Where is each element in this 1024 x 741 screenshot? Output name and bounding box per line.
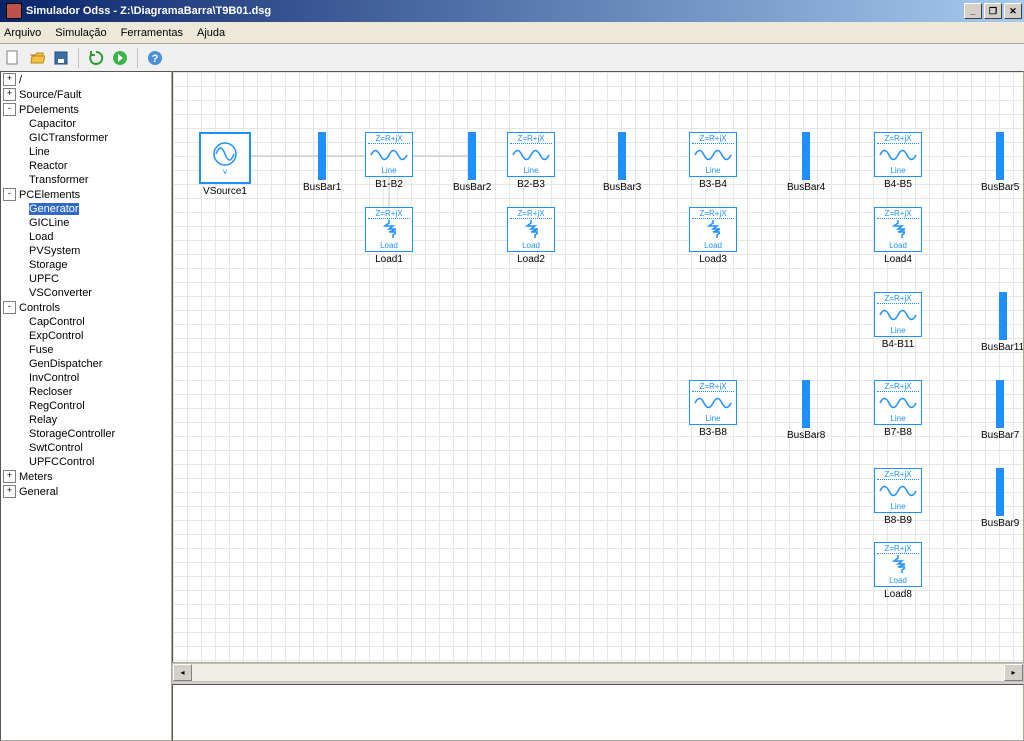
app-icon [6, 3, 22, 19]
tree-recloser[interactable]: Recloser [29, 386, 72, 398]
open-icon[interactable] [28, 49, 46, 67]
tree-pdelements[interactable]: PDelements [19, 104, 79, 116]
tree-root[interactable]: / [19, 74, 22, 86]
save-icon[interactable] [52, 49, 70, 67]
new-icon[interactable] [4, 49, 22, 67]
tree-controls[interactable]: Controls [19, 302, 60, 314]
tree-upfc[interactable]: UPFC [29, 273, 59, 285]
tree-generator[interactable]: Generator [29, 203, 79, 215]
tree-upfccontrol[interactable]: UPFCControl [29, 456, 94, 468]
toolbar-separator [78, 48, 79, 68]
refresh-icon[interactable] [87, 49, 105, 67]
tree-pcelements[interactable]: PCElements [19, 189, 80, 201]
tree-gendispatcher[interactable]: GenDispatcher [29, 358, 102, 370]
status-panel [172, 684, 1024, 741]
collapse-icon[interactable]: - [3, 301, 16, 314]
scroll-track[interactable] [192, 664, 1004, 681]
load4-node[interactable]: Z=R+jXLoadLoad4 [874, 207, 922, 265]
expand-icon[interactable]: + [3, 88, 16, 101]
busbar7-node[interactable]: BusBar7 [981, 380, 1019, 441]
tree-transformer[interactable]: Transformer [29, 174, 89, 186]
close-button[interactable]: ✕ [1004, 3, 1022, 19]
load2-node[interactable]: Z=R+jXLoadLoad2 [507, 207, 555, 265]
tree-capacitor[interactable]: Capacitor [29, 118, 76, 130]
expand-icon[interactable]: + [3, 470, 16, 483]
line-b8b9-node[interactable]: Z=R+jXLineB8-B9 [874, 468, 922, 526]
expand-icon[interactable]: + [3, 485, 16, 498]
tree-storagecontroller[interactable]: StorageController [29, 428, 115, 440]
vsource-node[interactable]: v VSource1 [199, 132, 251, 197]
busbar8-node[interactable]: BusBar8 [787, 380, 825, 441]
menubar: Arquivo Simulação Ferramentas Ajuda [0, 22, 1024, 44]
titlebar: Simulador Odss - Z:\DiagramaBarra\T9B01.… [0, 0, 1024, 22]
toolbar: ? [0, 44, 1024, 73]
tree-general[interactable]: General [19, 486, 58, 498]
horizontal-scrollbar[interactable]: ◂ ▸ [172, 663, 1024, 682]
menu-ajuda[interactable]: Ajuda [197, 27, 225, 39]
busbar5-node[interactable]: BusBar5 [981, 132, 1019, 193]
line-b2b3-node[interactable]: Z=R+jXLineB2-B3 [507, 132, 555, 190]
tree-regcontrol[interactable]: RegControl [29, 400, 85, 412]
maximize-button[interactable]: ❐ [984, 3, 1002, 19]
line-b4b11-node[interactable]: Z=R+jXLineB4-B11 [874, 292, 922, 350]
busbar4-node[interactable]: BusBar4 [787, 132, 825, 193]
busbar11-node[interactable]: BusBar11 [981, 292, 1024, 353]
scroll-right-icon[interactable]: ▸ [1004, 664, 1023, 681]
menu-simulacao[interactable]: Simulação [55, 27, 106, 39]
minimize-button[interactable]: _ [964, 3, 982, 19]
line-b3b8-node[interactable]: Z=R+jXLineB3-B8 [689, 380, 737, 438]
collapse-icon[interactable]: - [3, 103, 16, 116]
tree-pvsystem[interactable]: PVSystem [29, 245, 80, 257]
diagram-canvas[interactable]: v VSource1 BusBar1 Z=R+jXLineB1-B2 BusBa… [172, 71, 1024, 663]
tree-relay[interactable]: Relay [29, 414, 57, 426]
tree-load[interactable]: Load [29, 231, 53, 243]
line-b7b8-node[interactable]: Z=R+jXLineB7-B8 [874, 380, 922, 438]
load8-node[interactable]: Z=R+jXLoadLoad8 [874, 542, 922, 600]
tree-vsconverter[interactable]: VSConverter [29, 287, 92, 299]
tree-gicline[interactable]: GICLine [29, 217, 69, 229]
busbar9-node[interactable]: BusBar9 [981, 468, 1019, 529]
menu-arquivo[interactable]: Arquivo [4, 27, 41, 39]
window-title: Simulador Odss - Z:\DiagramaBarra\T9B01.… [26, 5, 962, 17]
tree-line[interactable]: Line [29, 146, 50, 158]
tree-sourcefault[interactable]: Source/Fault [19, 89, 81, 101]
tree-expcontrol[interactable]: ExpControl [29, 330, 83, 342]
collapse-icon[interactable]: - [3, 188, 16, 201]
tree-meters[interactable]: Meters [19, 471, 53, 483]
busbar1-node[interactable]: BusBar1 [303, 132, 341, 193]
tree-storage[interactable]: Storage [29, 259, 68, 271]
scroll-left-icon[interactable]: ◂ [173, 664, 192, 681]
svg-text:?: ? [152, 53, 159, 65]
help-icon[interactable]: ? [146, 49, 164, 67]
expand-icon[interactable]: + [3, 73, 16, 86]
line-b1b2-node[interactable]: Z=R+jXLineB1-B2 [365, 132, 413, 190]
element-tree[interactable]: +/ +Source/Fault -PDelements Capacitor G… [0, 71, 172, 741]
tree-capcontrol[interactable]: CapControl [29, 316, 85, 328]
busbar2-node[interactable]: BusBar2 [453, 132, 491, 193]
tree-gictransformer[interactable]: GICTransformer [29, 132, 108, 144]
tree-swtcontrol[interactable]: SwtControl [29, 442, 83, 454]
load3-node[interactable]: Z=R+jXLoadLoad3 [689, 207, 737, 265]
line-b4b5-node[interactable]: Z=R+jXLineB4-B5 [874, 132, 922, 190]
menu-ferramentas[interactable]: Ferramentas [121, 27, 183, 39]
tree-reactor[interactable]: Reactor [29, 160, 68, 172]
toolbar-separator-2 [137, 48, 138, 68]
tree-fuse[interactable]: Fuse [29, 344, 53, 356]
line-b3b4-node[interactable]: Z=R+jXLineB3-B4 [689, 132, 737, 190]
run-icon[interactable] [111, 49, 129, 67]
busbar3-node[interactable]: BusBar3 [603, 132, 641, 193]
load1-node[interactable]: Z=R+jXLoadLoad1 [365, 207, 413, 265]
tree-invcontrol[interactable]: InvControl [29, 372, 79, 384]
